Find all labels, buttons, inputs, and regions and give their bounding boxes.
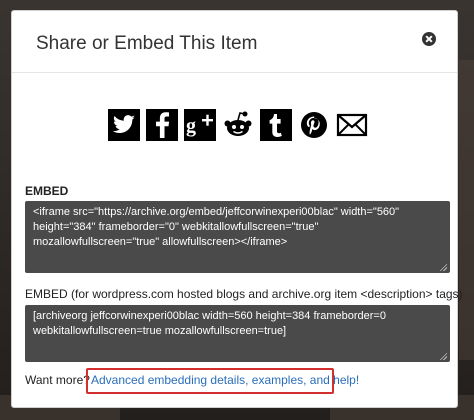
close-icon[interactable] — [422, 32, 436, 46]
pinterest-icon[interactable] — [298, 109, 330, 141]
embed-wordpress-label: EMBED (for wordpress.com hosted blogs an… — [25, 287, 463, 301]
advanced-embedding-link[interactable]: Advanced embedding details, examples, an… — [91, 373, 359, 387]
email-icon[interactable] — [336, 109, 368, 141]
social-share-row: g — [108, 109, 368, 143]
tumblr-icon[interactable] — [260, 109, 292, 141]
background-thumbnail — [459, 60, 474, 360]
textarea-resize-handle[interactable] — [439, 352, 447, 360]
want-more-label: Want more? — [25, 373, 90, 387]
google-plus-icon[interactable]: g — [184, 109, 216, 141]
textarea-resize-handle[interactable] — [439, 263, 447, 271]
modal-title: Share or Embed This Item — [36, 33, 258, 54]
reddit-icon[interactable] — [222, 109, 254, 141]
modal-header: Share or Embed This Item — [12, 11, 457, 73]
embed-code-textarea[interactable]: <iframe src="https://archive.org/embed/j… — [25, 201, 450, 273]
share-embed-modal: Share or Embed This Item g EMBED <iframe… — [11, 10, 463, 408]
twitter-icon[interactable] — [108, 109, 140, 141]
help-link-highlight: Advanced embedding details, examples, an… — [86, 368, 359, 394]
facebook-icon[interactable] — [146, 109, 178, 141]
svg-text:g: g — [186, 115, 196, 137]
embed-label: EMBED — [25, 184, 69, 198]
embed-wordpress-code-textarea[interactable]: [archiveorg jeffcorwinexperi00blac width… — [25, 305, 450, 362]
